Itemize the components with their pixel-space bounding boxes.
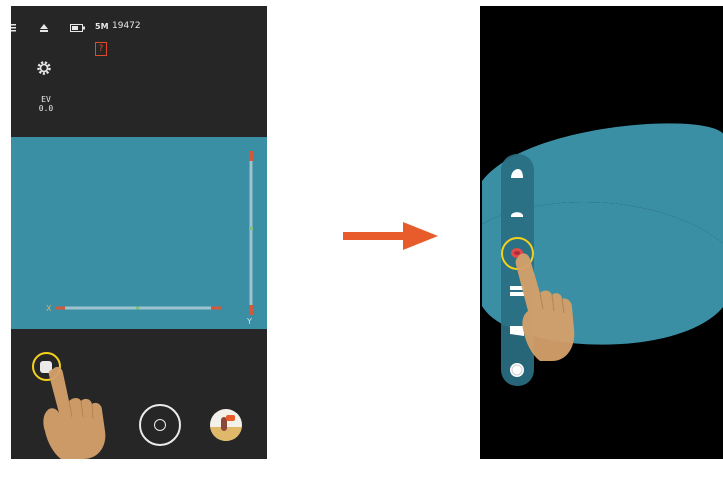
viewfinder[interactable]: Y X <box>11 137 267 329</box>
gallery-thumbnail[interactable] <box>210 409 242 441</box>
ev-control[interactable]: EV 0.0 <box>36 95 56 113</box>
mode-item-1[interactable] <box>509 166 525 182</box>
ev-label: EV <box>41 95 51 104</box>
svg-text:Y: Y <box>246 317 252 326</box>
pointing-hand-illustration <box>43 366 106 459</box>
left-phone-screen: 5M 19472 ? EV 0.0 Y X <box>11 6 267 459</box>
gear-icon[interactable] <box>36 60 52 76</box>
ev-value: 0.0 <box>38 104 54 113</box>
transition-arrow-icon <box>343 222 438 250</box>
megapixel-label: 5M <box>95 22 109 31</box>
shutter-button[interactable] <box>139 404 181 446</box>
eject-icon <box>40 24 48 32</box>
level-indicator: Y X <box>46 151 253 326</box>
status-bar: 5M 19472 ? <box>11 6 267 56</box>
menu-icon[interactable] <box>11 23 17 33</box>
mode-item-6[interactable] <box>509 362 525 378</box>
shots-remaining: 19472 <box>112 21 141 31</box>
mode-item-2[interactable] <box>509 205 525 221</box>
sd-warning-icon: ? <box>95 42 107 56</box>
battery-icon <box>70 24 85 32</box>
svg-text:X: X <box>46 304 52 313</box>
thumbnail-accent <box>226 415 235 421</box>
right-phone-screen <box>480 6 723 459</box>
pointing-hand-illustration <box>515 253 575 361</box>
shutter-inner-ring <box>154 419 166 431</box>
